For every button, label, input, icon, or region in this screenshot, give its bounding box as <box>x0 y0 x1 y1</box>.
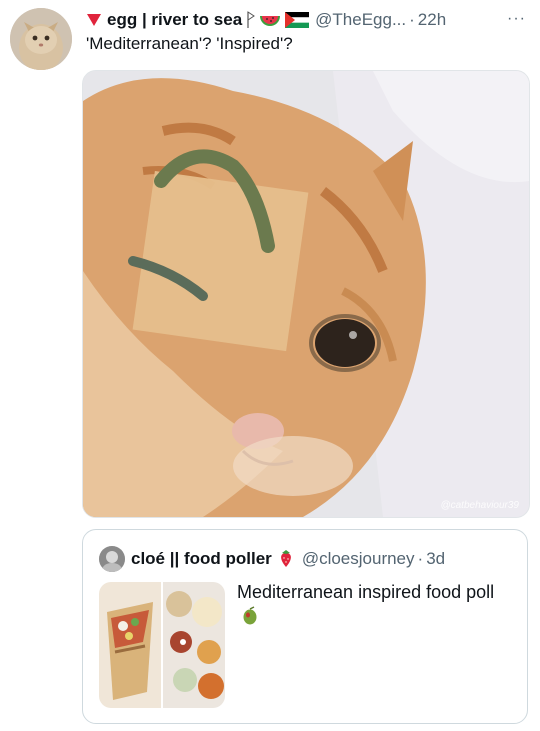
emoji-group <box>246 10 310 30</box>
mezze-food-photo <box>163 582 225 708</box>
author-name[interactable]: egg | river to sea <box>107 10 242 30</box>
cat-avatar-image <box>10 8 72 70</box>
quote-author-name[interactable]: cloé || food poller <box>131 549 272 569</box>
tweet-header: egg | river to sea @TheEgg... · 22h <box>86 8 528 32</box>
author-handle[interactable]: @TheEgg... <box>315 10 406 30</box>
quote-header: cloé || food poller @cloesjourney · 3d <box>99 546 445 572</box>
olive-icon <box>243 606 257 625</box>
quote-text: Mediterranean inspired food poll <box>237 580 507 630</box>
separator-dot: · <box>409 10 415 29</box>
quoted-tweet[interactable]: cloé || food poller @cloesjourney · 3d M… <box>82 529 528 724</box>
timestamp[interactable]: 22h <box>418 10 446 30</box>
quote-author-avatar[interactable] <box>99 546 125 572</box>
palestine-flag-icon <box>285 12 310 28</box>
tweet-text: 'Mediterranean'? 'Inspired'? <box>86 34 293 53</box>
author-avatar[interactable] <box>10 8 72 70</box>
quote-text-content: Mediterranean inspired food poll <box>237 582 495 602</box>
wrap-food-photo <box>99 582 161 708</box>
small-flag-icon <box>247 11 256 28</box>
quote-separator-dot: · <box>417 549 424 568</box>
more-options-icon[interactable]: ··· <box>507 10 526 28</box>
quote-author-handle[interactable]: @cloesjourney <box>302 549 415 569</box>
heart-down-icon <box>87 14 101 26</box>
strawberry-icon <box>280 550 291 567</box>
quote-avatar-image <box>99 546 125 572</box>
watermelon-icon <box>260 16 281 26</box>
tweet-media-image[interactable]: @catbehaviour39 <box>82 70 530 518</box>
cat-photo <box>83 71 529 517</box>
quote-timestamp[interactable]: 3d <box>426 549 445 569</box>
media-watermark: @catbehaviour39 <box>440 500 519 511</box>
quote-media-thumbnail[interactable] <box>99 582 225 708</box>
